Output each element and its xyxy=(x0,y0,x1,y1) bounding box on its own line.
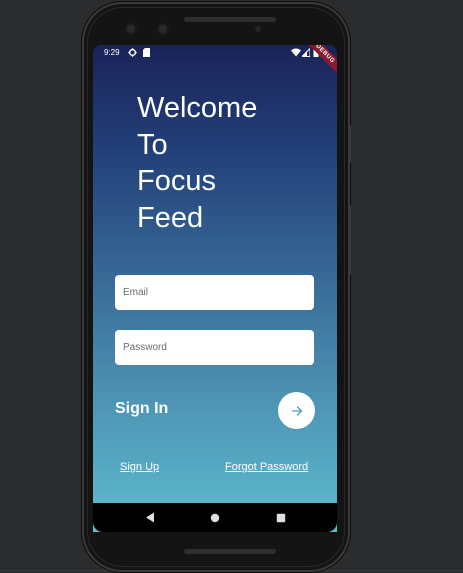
nav-home-button[interactable] xyxy=(200,503,230,532)
status-time: 9:29 xyxy=(104,48,120,57)
settings-gear-icon xyxy=(128,48,137,57)
arrow-right-icon xyxy=(291,405,302,416)
welcome-line-2: To xyxy=(137,128,168,161)
nav-back-button[interactable] xyxy=(135,503,165,532)
proximity-sensor xyxy=(255,26,261,32)
welcome-line-1: Welcome xyxy=(137,92,258,124)
app-screen: 9:29 DEBUG Welcome To Focus Feed Email S… xyxy=(93,45,337,532)
circle-home-icon xyxy=(210,513,220,522)
password-field[interactable] xyxy=(115,330,314,365)
front-camera-icon xyxy=(125,23,137,35)
emulator-stage: 9:29 DEBUG Welcome To Focus Feed Email S… xyxy=(0,0,463,573)
nav-recents-button[interactable] xyxy=(266,503,296,532)
square-recents-icon xyxy=(276,513,286,522)
triangle-back-icon xyxy=(146,512,154,523)
status-bar: 9:29 DEBUG xyxy=(93,45,337,79)
power-button[interactable] xyxy=(348,125,351,163)
front-camera-secondary-icon xyxy=(157,23,169,35)
earpiece-speaker xyxy=(184,17,276,22)
sign-in-submit-button[interactable] xyxy=(278,392,315,429)
welcome-heading: Welcome To Focus Feed xyxy=(137,90,257,236)
volume-button[interactable] xyxy=(348,205,351,275)
sign-up-link[interactable]: Sign Up xyxy=(120,461,159,473)
cell-signal-icon xyxy=(302,48,310,57)
wifi-icon xyxy=(291,48,301,57)
sim-card-icon xyxy=(143,48,150,57)
bottom-speaker xyxy=(184,549,276,554)
system-nav-bar xyxy=(93,503,337,532)
welcome-line-3: Focus xyxy=(137,165,216,197)
email-field[interactable] xyxy=(115,275,314,310)
forgot-password-link[interactable]: Forgot Password xyxy=(225,461,308,473)
welcome-line-4: Feed xyxy=(137,201,204,234)
sign-in-label: Sign In xyxy=(115,400,169,417)
